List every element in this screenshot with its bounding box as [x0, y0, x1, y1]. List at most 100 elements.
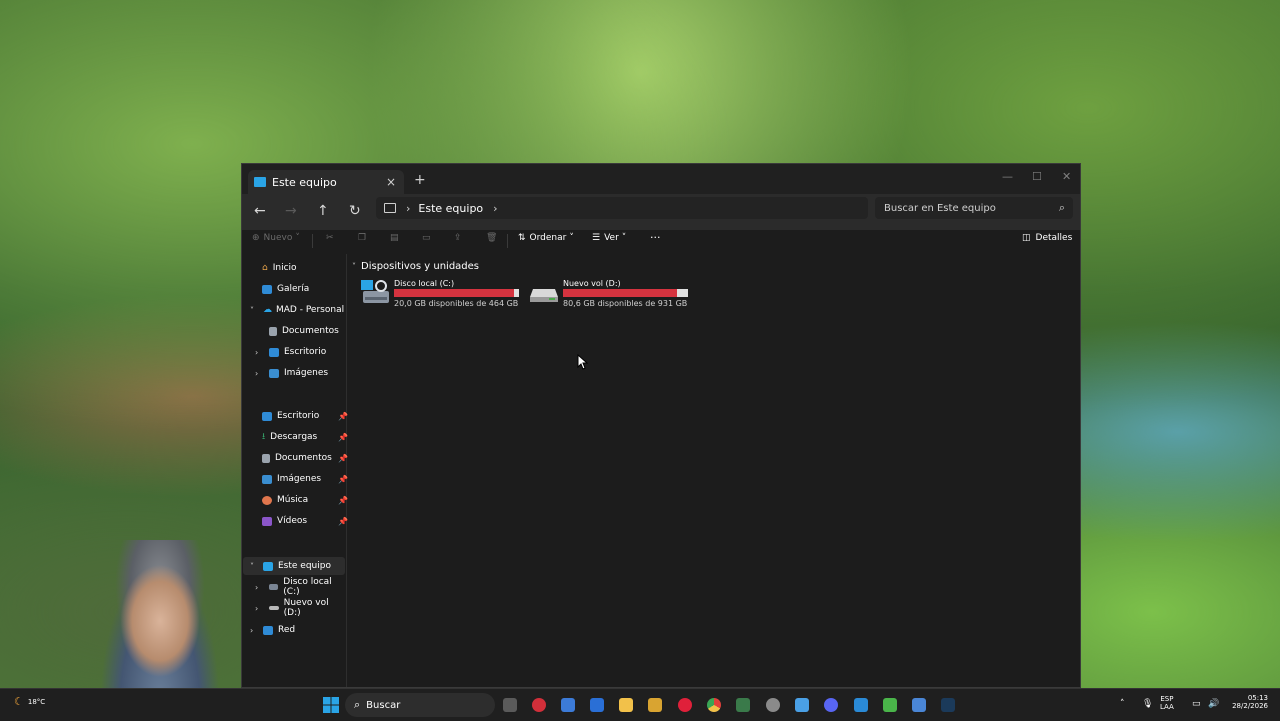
- divider: [312, 234, 313, 248]
- chevron-right-icon[interactable]: ›: [255, 583, 258, 592]
- chevron-down-icon[interactable]: ˅: [250, 306, 254, 315]
- sidebar-item-od-imagenes[interactable]: › Imágenes: [255, 364, 328, 382]
- pin-icon[interactable]: 📌: [338, 412, 348, 421]
- more-options-button[interactable]: ···: [650, 231, 661, 244]
- new-tab-button[interactable]: +: [414, 172, 426, 188]
- chevron-right-icon[interactable]: ›: [250, 626, 253, 635]
- quick-access-musica[interactable]: Música 📌: [262, 491, 348, 509]
- taskbar-search[interactable]: ⌕ Buscar: [345, 693, 495, 717]
- outlook-icon[interactable]: [590, 698, 604, 712]
- folder-icon[interactable]: [619, 698, 633, 712]
- search-icon: ⌕: [354, 698, 361, 711]
- view-button[interactable]: ☰ Ver ˅: [592, 233, 626, 243]
- chevron-down-icon: ˅: [621, 233, 627, 243]
- address-bar[interactable]: › Este equipo ›: [376, 197, 868, 219]
- pin-icon[interactable]: 📌: [338, 433, 348, 442]
- chevron-up-icon[interactable]: ˄: [1120, 699, 1125, 709]
- sidebar-item-onedrive[interactable]: ˅ ☁ MAD - Personal: [250, 301, 344, 319]
- content-pane: ˅ Dispositivos y unidades Disco local (C…: [348, 254, 1078, 687]
- app-red-icon[interactable]: [532, 698, 546, 712]
- command-bar: ⊕ Nuevo ˅ ✂ ❐ ▤ ▭ ⇪ 🗑 ⇅ Ordenar ˅ ☰ Ver …: [242, 230, 1080, 252]
- details-button[interactable]: ◫ Detalles: [1022, 233, 1072, 243]
- rename-icon[interactable]: ▭: [422, 233, 431, 243]
- network-icon[interactable]: ▭: [1192, 699, 1201, 709]
- file-explorer-window: Este equipo × + — ☐ ✕ ← → ↑ ↻ › Este equ…: [241, 163, 1081, 688]
- task-view-icon[interactable]: [503, 698, 517, 712]
- weather-temp: 18°C: [27, 697, 46, 706]
- sidebar-item-label: Vídeos: [277, 516, 308, 526]
- sidebar-item-galeria[interactable]: Galería: [262, 280, 309, 298]
- steam-icon[interactable]: [941, 698, 955, 712]
- copy-icon[interactable]: ❐: [358, 233, 366, 243]
- weather-widget[interactable]: ☾ 18°C: [14, 695, 45, 708]
- quick-access-descargas[interactable]: ⭳ Descargas 📌: [262, 428, 348, 446]
- notepad-icon[interactable]: [795, 698, 809, 712]
- app-blue-icon[interactable]: [912, 698, 926, 712]
- sort-label: Ordenar: [529, 233, 567, 243]
- new-button[interactable]: ⊕ Nuevo ˅: [252, 233, 300, 243]
- sidebar-item-nuevo-vol-d[interactable]: › Nuevo vol (D:): [255, 598, 346, 618]
- share-icon[interactable]: ⇪: [454, 233, 462, 243]
- sidebar-item-disco-c[interactable]: › Disco local (C:): [255, 577, 346, 597]
- sort-button[interactable]: ⇅ Ordenar ˅: [518, 233, 574, 243]
- refresh-icon[interactable]: ↻: [349, 203, 361, 219]
- quick-access-videos[interactable]: Vídeos 📌: [262, 512, 348, 530]
- breadcrumb[interactable]: Este equipo: [418, 202, 483, 215]
- volume-icon[interactable]: 🔊: [1208, 699, 1219, 709]
- clock[interactable]: 05:13 28/2/2026: [1224, 694, 1268, 710]
- close-window-icon[interactable]: ✕: [1062, 170, 1071, 183]
- drive-usage-bar: [394, 289, 519, 297]
- group-header-devices[interactable]: ˅ Dispositivos y unidades: [352, 261, 479, 272]
- language-indicator[interactable]: ESP LAA: [1160, 695, 1174, 711]
- up-icon[interactable]: ↑: [317, 203, 329, 219]
- quick-access-documentos[interactable]: Documentos 📌: [262, 449, 348, 467]
- chevron-right-icon[interactable]: ›: [255, 369, 258, 378]
- search-input[interactable]: Buscar en Este equipo ⌕: [875, 197, 1073, 219]
- quick-access-imagenes[interactable]: Imágenes 📌: [262, 470, 348, 488]
- windows-start-icon[interactable]: [322, 696, 340, 714]
- sidebar-item-label: Documentos: [275, 453, 332, 463]
- pin-icon[interactable]: 📌: [338, 475, 348, 484]
- sidebar-item-red[interactable]: › Red: [250, 621, 295, 639]
- forward-icon[interactable]: →: [285, 203, 297, 219]
- tab-este-equipo[interactable]: Este equipo ×: [248, 170, 404, 194]
- sidebar-item-od-escritorio[interactable]: › Escritorio: [255, 343, 326, 361]
- app-media-icon[interactable]: [678, 698, 692, 712]
- chevron-right-icon[interactable]: ›: [493, 202, 497, 215]
- app-yellow-icon[interactable]: [648, 698, 662, 712]
- store-icon[interactable]: [561, 698, 575, 712]
- drive-tile-d[interactable]: Nuevo vol (D:) 80,6 GB disponibles de 93…: [529, 279, 694, 309]
- chevron-right-icon[interactable]: ›: [406, 202, 410, 215]
- drive-tile-c[interactable]: Disco local (C:) 20,0 GB disponibles de …: [360, 279, 525, 309]
- app-android-icon[interactable]: [883, 698, 897, 712]
- quick-access-escritorio[interactable]: Escritorio 📌: [262, 407, 348, 425]
- chevron-right-icon[interactable]: ›: [255, 348, 258, 357]
- gallery-icon: [262, 284, 272, 294]
- new-label: Nuevo: [263, 233, 293, 243]
- chevron-right-icon[interactable]: ›: [255, 604, 258, 613]
- microphone-icon[interactable]: 🎙: [1142, 699, 1153, 709]
- document-icon: [269, 326, 277, 336]
- drive-icon: [269, 606, 279, 610]
- app-gear-icon[interactable]: [766, 698, 780, 712]
- close-tab-button[interactable]: ×: [386, 175, 396, 189]
- sidebar-item-inicio[interactable]: ⌂ Inicio: [262, 259, 297, 277]
- delete-icon[interactable]: 🗑: [486, 233, 497, 243]
- chrome-icon[interactable]: [707, 698, 721, 712]
- photos-icon[interactable]: [854, 698, 868, 712]
- back-icon[interactable]: ←: [254, 203, 266, 219]
- app-green-icon[interactable]: [736, 698, 750, 712]
- sidebar-item-od-documentos[interactable]: Documentos: [255, 322, 339, 340]
- discord-icon[interactable]: [824, 698, 838, 712]
- pin-icon[interactable]: 📌: [338, 496, 348, 505]
- pin-icon[interactable]: 📌: [338, 454, 348, 463]
- music-icon: [262, 495, 272, 505]
- maximize-icon[interactable]: ☐: [1032, 170, 1042, 183]
- cut-icon[interactable]: ✂: [326, 233, 334, 243]
- paste-icon[interactable]: ▤: [390, 233, 399, 243]
- chevron-down-icon[interactable]: ˅: [250, 562, 254, 571]
- navigation-pane: ⌂ Inicio Galería ˅ ☁ MAD - Personal Docu…: [242, 254, 348, 687]
- pin-icon[interactable]: 📌: [338, 517, 348, 526]
- minimize-icon[interactable]: —: [1002, 170, 1013, 183]
- sidebar-item-este-equipo[interactable]: ˅ Este equipo: [243, 557, 345, 575]
